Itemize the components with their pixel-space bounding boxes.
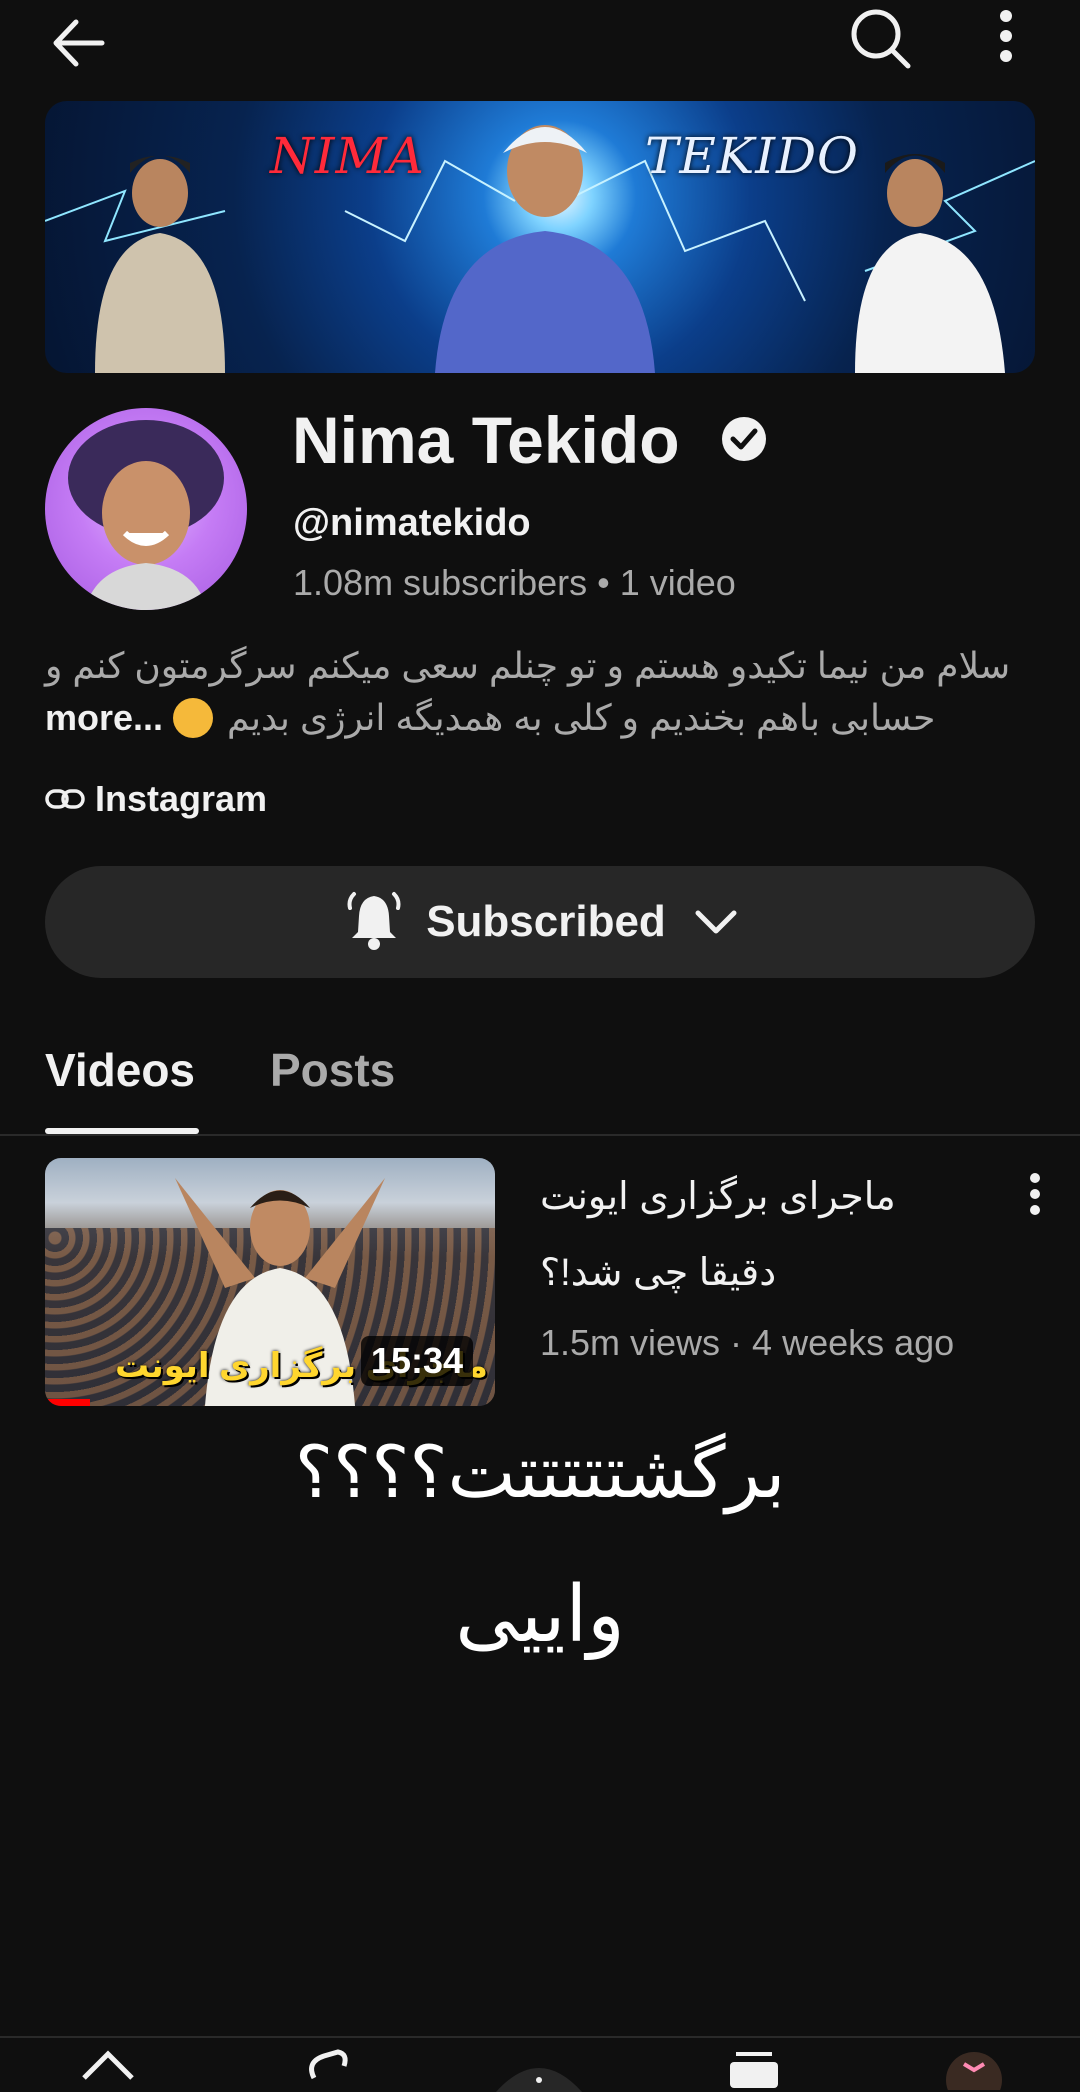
profile-avatar-icon[interactable] (944, 2050, 1004, 2090)
home-icon[interactable] (78, 2048, 138, 2088)
watch-progress-bar (45, 1399, 90, 1406)
description-line-1: سلام من نیما تکیدو هستم و تو چنلم سعی می… (45, 645, 1011, 686)
tab-posts[interactable]: Posts (270, 1028, 395, 1112)
bottom-navigation (0, 2036, 1080, 2092)
banner-text-nima: NIMA (270, 127, 425, 185)
external-link-row[interactable]: Instagram (45, 778, 267, 820)
more-vert-icon[interactable] (986, 4, 1026, 70)
video-title-line-1[interactable]: ماجرای برگزاری ایونت (540, 1174, 896, 1219)
channel-tabs: Videos Posts (0, 1028, 1080, 1136)
video-more-icon[interactable] (1020, 1168, 1050, 1228)
channel-handle: @nimatekido (293, 502, 531, 544)
video-duration: 15:34 (360, 1336, 473, 1386)
verified-check-icon (720, 415, 768, 463)
back-arrow-icon[interactable] (46, 10, 112, 76)
search-icon[interactable] (846, 4, 912, 70)
create-icon[interactable] (494, 2052, 584, 2092)
banner-text-tekido: TEKIDO (645, 127, 860, 185)
channel-banner: NIMA TEKIDO (45, 101, 1035, 373)
link-icon (45, 787, 95, 811)
channel-name: Nima Tekido (292, 403, 680, 477)
active-tab-indicator (45, 1128, 199, 1134)
top-bar (0, 0, 1080, 80)
video-title-line-2[interactable]: دقیقا چی شد!؟ (540, 1250, 776, 1295)
more-link[interactable]: more... (45, 692, 163, 744)
subscribed-button[interactable]: Subscribed (45, 866, 1035, 978)
channel-avatar[interactable] (45, 408, 247, 610)
wink-emoji-icon (173, 698, 214, 738)
description-line-2: حسابی باهم بخندیم و کلی به همدیگه انرژی … (227, 697, 936, 738)
shorts-icon[interactable] (296, 2048, 356, 2088)
subscriptions-icon[interactable] (724, 2048, 784, 2088)
subscribed-label: Subscribed (426, 897, 666, 946)
banner-person-right (855, 154, 1005, 373)
channel-description[interactable]: سلام من نیما تکیدو هستم و تو چنلم سعی می… (45, 640, 1035, 744)
chevron-down-icon (694, 907, 738, 937)
overlay-text-1: برگشتتتتتت؟؟؟؟ (294, 1430, 786, 1514)
banner-person-center (435, 125, 655, 373)
bell-icon (342, 890, 406, 954)
video-list-item[interactable]: ماجرای برگزاری ایونت 15:34 ماجرای برگزار… (0, 1158, 1080, 1410)
overlay-text-2: واییی (455, 1570, 625, 1660)
video-meta: 1.5m views · 4 weeks ago (540, 1322, 955, 1363)
external-link-label: Instagram (95, 778, 268, 819)
tab-videos[interactable]: Videos (45, 1028, 195, 1112)
channel-stats: 1.08m subscribers • 1 video (293, 562, 736, 603)
banner-person-left (95, 155, 225, 373)
video-thumbnail[interactable]: ماجرای برگزاری ایونت 15:34 (45, 1158, 495, 1406)
